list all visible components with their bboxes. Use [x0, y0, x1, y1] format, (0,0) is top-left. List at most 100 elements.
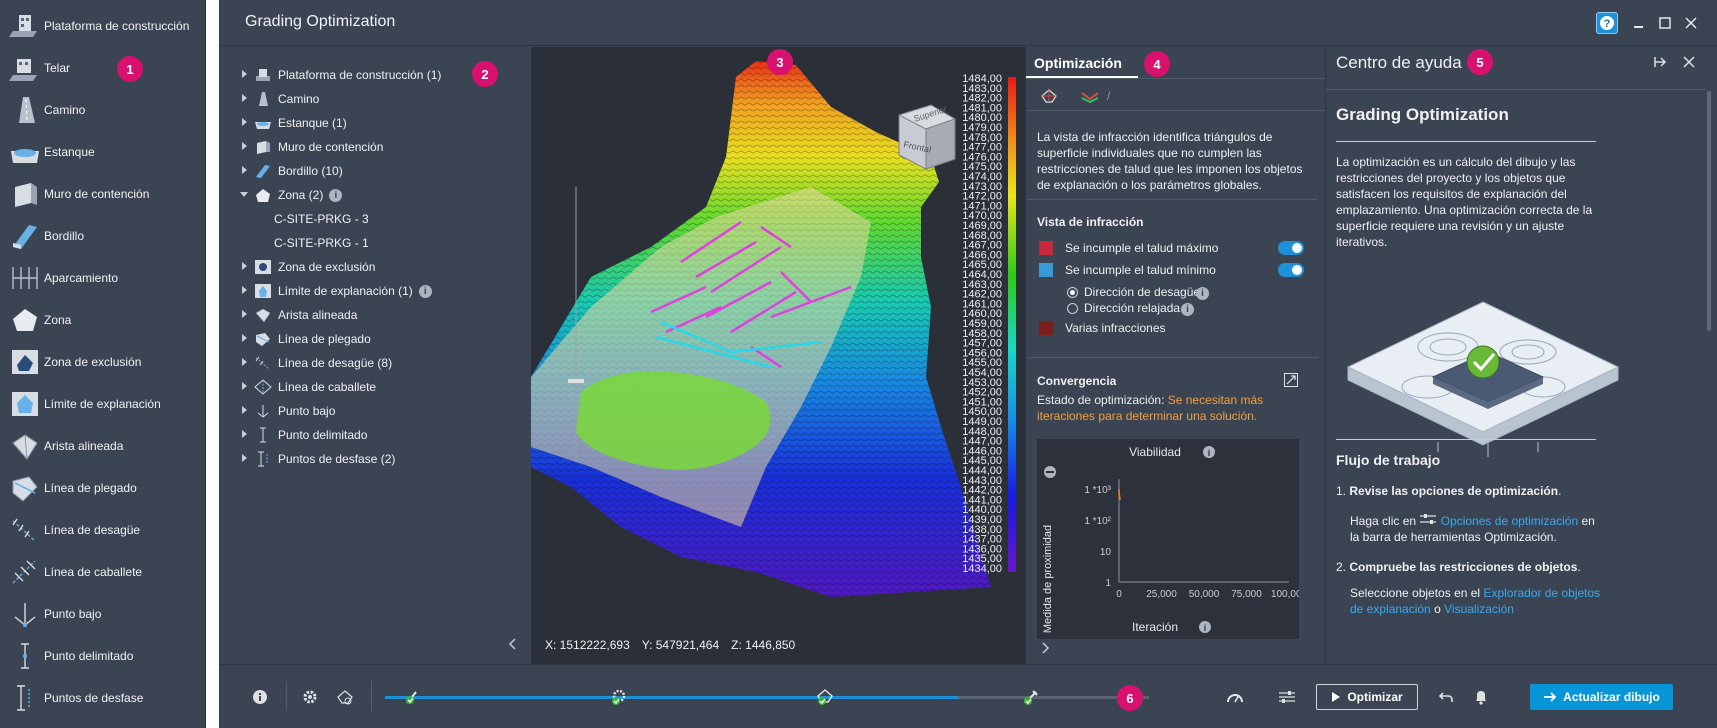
palette-item-17[interactable]: Puntos de desfase: [0, 677, 206, 719]
relaxed-direction-radio[interactable]: [1067, 303, 1078, 314]
bounded-point-icon: [254, 427, 272, 443]
drain-info-icon[interactable]: i: [1196, 287, 1209, 300]
visualization-link[interactable]: Visualización: [1444, 602, 1514, 616]
palette-item-7[interactable]: Aparcamiento: [0, 257, 206, 299]
exclusion-zone-icon: [254, 259, 272, 275]
stage-3-icon[interactable]: [815, 687, 835, 707]
pin-icon[interactable]: [1652, 55, 1668, 72]
tree-child-zone[interactable]: C-SITE-PRKG - 1: [274, 232, 369, 254]
tree-child-zone[interactable]: C-SITE-PRKG - 3: [274, 208, 369, 230]
stage-1-icon[interactable]: [403, 687, 423, 707]
info-icon[interactable]: [250, 687, 270, 707]
chevron-right-icon[interactable]: [240, 286, 250, 296]
tree-item-curb[interactable]: Bordillo (10): [219, 160, 531, 182]
tree-item-drain-line[interactable]: Línea de desagüe (8): [219, 352, 531, 374]
violation-view-icon[interactable]: [1040, 88, 1058, 107]
speedometer-icon[interactable]: [1225, 687, 1245, 707]
minimize-icon[interactable]: [1628, 12, 1650, 34]
help-close-icon[interactable]: [1682, 55, 1696, 72]
tree-item-zone[interactable]: Zona (2) i: [219, 184, 531, 206]
chevron-right-icon[interactable]: [240, 334, 250, 344]
stage-2-icon[interactable]: [609, 687, 629, 707]
slope-view-icon[interactable]: [1080, 89, 1102, 106]
help-icon[interactable]: ?: [1596, 12, 1618, 34]
chevron-right-icon[interactable]: [240, 406, 250, 416]
tree-item-low-point[interactable]: Punto bajo: [219, 400, 531, 422]
palette-item-16[interactable]: Punto delimitado: [0, 635, 206, 677]
undo-icon[interactable]: [1436, 687, 1456, 707]
chevron-right-icon[interactable]: [240, 310, 250, 320]
palette-item-9[interactable]: Zona de exclusión: [0, 341, 206, 383]
collapse-left-icon[interactable]: [507, 637, 517, 654]
palette-item-6[interactable]: Bordillo: [0, 215, 206, 257]
palette-item-1[interactable]: Plataforma de construcción: [0, 5, 206, 47]
tree-item-label: Zona de exclusión: [278, 260, 376, 274]
tree-item-road[interactable]: Camino: [219, 88, 531, 110]
tree-item-pond[interactable]: Estanque (1): [219, 112, 531, 134]
exclusion-zone-icon: [8, 347, 42, 377]
chevron-right-icon[interactable]: [240, 430, 250, 440]
view-cube[interactable]: Superior Frontal: [897, 104, 957, 170]
palette-item-10[interactable]: Límite de explanación: [0, 383, 206, 425]
maximize-icon[interactable]: [1654, 12, 1676, 34]
chevron-right-icon[interactable]: [240, 454, 250, 464]
info-icon[interactable]: i: [418, 284, 432, 298]
chevron-right-icon[interactable]: [240, 142, 250, 152]
help-scrollbar[interactable]: [1707, 91, 1711, 331]
3d-viewport[interactable]: 1484,00 1483,00 1482,00 1481,00 1480,00 1479,…: [531, 47, 1025, 664]
palette-item-4[interactable]: Estanque: [0, 131, 206, 173]
grading-explorer-link[interactable]: de explanación: [1350, 602, 1431, 616]
chevron-right-icon[interactable]: [240, 70, 250, 80]
palette-item-8[interactable]: Zona: [0, 299, 206, 341]
tree-item-label: Límite de explanación (1): [278, 284, 413, 298]
tree-item-aligned-edge[interactable]: Arista alineada: [219, 304, 531, 326]
palette-item-14[interactable]: Línea de caballete: [0, 551, 206, 593]
chevron-down-icon[interactable]: [240, 190, 250, 200]
object-explorer-link[interactable]: Explorador de objetos: [1483, 586, 1600, 600]
notification-bell-icon[interactable]: [1471, 687, 1491, 707]
expand-right-icon[interactable]: [1040, 641, 1050, 658]
palette-item-15[interactable]: Punto bajo: [0, 593, 206, 635]
tree-item-wall[interactable]: Muro de contención: [219, 136, 531, 158]
chevron-right-icon[interactable]: [240, 166, 250, 176]
optimize-button[interactable]: Optimizar: [1316, 684, 1418, 710]
close-icon[interactable]: [1680, 12, 1702, 34]
tree-item-grading-limit[interactable]: Límite de explanación (1) i: [219, 280, 531, 302]
tree-item-exclusion-zone[interactable]: Zona de exclusión: [219, 256, 531, 278]
tab-optimization[interactable]: Optimización: [1026, 47, 1138, 78]
chevron-right-icon[interactable]: [240, 118, 250, 128]
chart-x-tick: 0: [1116, 589, 1122, 600]
tree-item-label: Punto bajo: [278, 404, 336, 418]
coord-x: X: 1512222,693: [545, 638, 630, 652]
stage-4-icon[interactable]: [1021, 687, 1041, 707]
update-drawing-button[interactable]: Actualizar dibujo: [1530, 684, 1673, 710]
palette-item-2[interactable]: Telar: [0, 47, 206, 89]
tree-item-ridge-line[interactable]: Línea de caballete: [219, 376, 531, 398]
info-icon[interactable]: i: [329, 188, 343, 202]
optimization-toolbar: 6 Optimizar Actualizar dibujo: [219, 664, 1717, 728]
settings-gear-icon[interactable]: [300, 687, 320, 707]
min-slope-toggle[interactable]: [1278, 263, 1304, 277]
palette-item-5[interactable]: Muro de contención: [0, 173, 206, 215]
tree-item-bounded-point[interactable]: Punto delimitado: [219, 424, 531, 446]
palette-item-13[interactable]: Línea de desagüe: [0, 509, 206, 551]
palette-item-3[interactable]: Camino: [0, 89, 206, 131]
tree-item-fold-line[interactable]: Línea de plegado: [219, 328, 531, 350]
drain-direction-radio[interactable]: [1067, 287, 1078, 298]
surface-settings-icon[interactable]: [335, 687, 355, 707]
palette-item-label: Límite de explanación: [44, 397, 161, 411]
chevron-right-icon[interactable]: [240, 382, 250, 392]
max-slope-toggle[interactable]: [1278, 241, 1304, 255]
optimization-options-link[interactable]: Opciones de optimización: [1441, 514, 1578, 528]
expand-chart-icon[interactable]: [1284, 373, 1298, 390]
tree-item-offset-points[interactable]: Puntos de desfase (2): [219, 448, 531, 470]
optimization-options-icon[interactable]: [1277, 687, 1297, 707]
optimization-panel: Optimización / La vista de infracción id…: [1025, 47, 1326, 664]
palette-item-12[interactable]: Línea de plegado: [0, 467, 206, 509]
chevron-right-icon[interactable]: [240, 94, 250, 104]
chevron-right-icon[interactable]: [240, 262, 250, 272]
chevron-right-icon[interactable]: [240, 358, 250, 368]
workflow-step-1-body: Haga clic en Opciones de optimización en…: [1350, 514, 1595, 544]
relaxed-info-icon[interactable]: i: [1181, 303, 1194, 316]
palette-item-11[interactable]: Arista alineada: [0, 425, 206, 467]
